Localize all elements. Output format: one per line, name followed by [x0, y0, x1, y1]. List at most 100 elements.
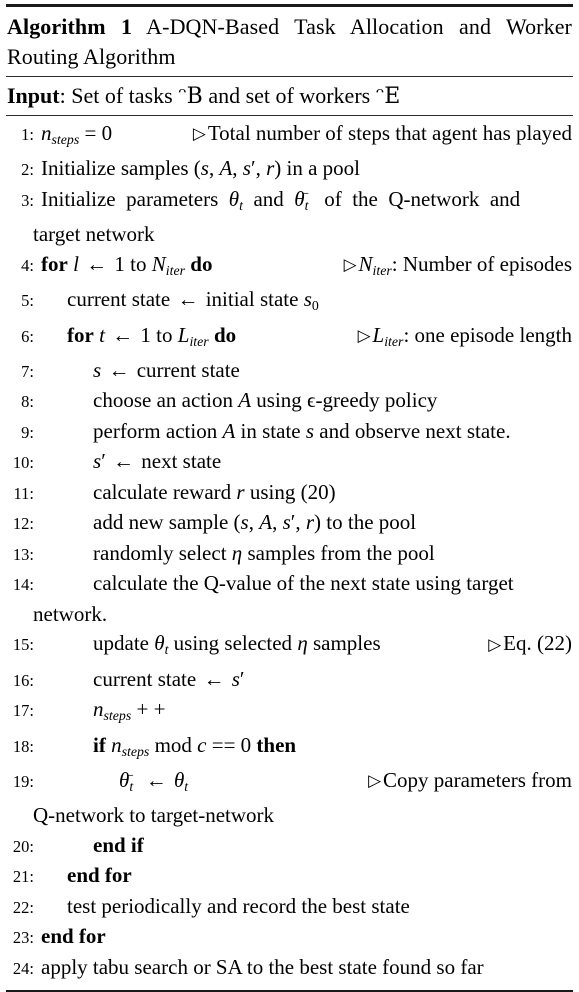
algorithm-line: 3: Initialize parameters θt and θt ⁻ of t… [7, 185, 572, 220]
line-content: add new sample (s, A, s′, r) to the pool [41, 508, 572, 538]
algorithm-title: Algorithm 1 A-DQN-Based Task Allocation … [6, 7, 573, 76]
line-content: calculate the Q-value of the next state … [41, 569, 572, 599]
algorithm-input-line: Input: Set of tasks ᵔB and set of worker… [6, 77, 573, 115]
line-number: 5: [21, 291, 34, 311]
line-number: 8: [21, 392, 34, 412]
algorithm-line: 15: update θt using selected η samples ▷… [7, 629, 572, 664]
line-comment: ▷Total number of steps that agent has pl… [192, 121, 572, 145]
line-number: 9: [21, 422, 34, 442]
line-statement: s′ ← next state [93, 449, 222, 474]
line-content: current state ← initial state s0 [41, 285, 572, 320]
line-number: 4: [21, 255, 34, 275]
line-statement: Initialize samples (s, A, s′, r) in a po… [41, 156, 360, 181]
line-content: if nsteps mod c == 0 then [41, 731, 572, 766]
line-content: current state ← s′ [41, 665, 572, 695]
algorithm-line: 14: calculate the Q-value of the next st… [7, 569, 572, 600]
line-number: 23: [12, 928, 34, 948]
line-number: 10: [12, 453, 34, 473]
line-content: for t ← 1 to Liter do ▷Liter: one episod… [41, 321, 572, 356]
line-number: 17: [12, 701, 34, 721]
line-comment: ▷Eq. (22) [488, 631, 572, 656]
line-statement: add new sample (s, A, s′, r) to the pool [93, 510, 417, 535]
line-statement: current state ← initial state s0 [67, 287, 319, 313]
line-content: perform action A in state s and observe … [41, 417, 572, 447]
input-text: : Set of tasks ᵔB and set of workers ᵔE [59, 83, 401, 109]
line-number: 12: [12, 514, 34, 534]
algorithm-line: 23: end for [7, 922, 572, 953]
line-comment: ▷Copy parameters from [368, 768, 572, 792]
line-number: 15: [12, 635, 34, 655]
workers-symbol: ᵔE [375, 84, 401, 109]
line-statement: perform action A in state s and observe … [93, 418, 511, 443]
line-content: end if [41, 831, 572, 861]
line-number: 19: [12, 772, 34, 791]
line-statement: end for [67, 863, 132, 888]
line-statement: calculate reward r using (20) [93, 479, 336, 504]
line-content: apply tabu search or SA to the best stat… [41, 953, 572, 983]
input-label: Input [7, 83, 60, 108]
line-statement: randomly select η samples from the pool [93, 540, 435, 565]
line-content: nsteps + + [41, 695, 572, 730]
line-statement: current state ← s′ [93, 666, 245, 691]
line-statement: if nsteps mod c == 0 then [93, 732, 297, 759]
algorithm-line: 11: calculate reward r using (20) [7, 478, 572, 509]
line-statement: nsteps = 0 [41, 121, 113, 147]
algorithm-line: 5: current state ← initial state s0 [7, 285, 572, 320]
line-number: 2: [21, 160, 34, 180]
line-statement: s ← current state [93, 357, 240, 382]
algorithm-line-continuation: network. [33, 601, 108, 626]
algorithm-line: 19: θt ⁻ ← θt ▷Copy parameters from [7, 766, 572, 801]
line-content: calculate reward r using (20) [41, 478, 572, 508]
line-statement: update θt using selected η samples [93, 631, 381, 658]
algorithm-line: 12: add new sample (s, A, s′, r) to the … [7, 508, 572, 539]
algorithm-line: 4: for l ← 1 to Niter do ▷Niter: Number … [7, 250, 572, 285]
line-statement: calculate the Q-value of the next state … [93, 571, 514, 596]
algorithm-line: 6: for t ← 1 to Liter do ▷Liter: one epi… [7, 321, 572, 356]
line-statement: nsteps + + [93, 697, 166, 724]
line-number: 16: [12, 670, 34, 690]
algorithm-line: 22: test periodically and record the bes… [7, 892, 572, 923]
line-number: 13: [12, 544, 34, 564]
algorithm-block: Algorithm 1 A-DQN-Based Task Allocation … [0, 4, 579, 992]
algorithm-label: Algorithm 1 [7, 14, 133, 39]
line-number: 20: [12, 836, 34, 856]
line-content: Initialize parameters θt and θt ⁻ of the … [41, 185, 572, 220]
line-statement: end for [41, 924, 106, 949]
algorithm-line-continuation: target network [33, 222, 155, 247]
line-number: 6: [21, 326, 34, 346]
line-statement: apply tabu search or SA to the best stat… [41, 954, 484, 979]
algorithm-line: 10: s′ ← next state [7, 447, 572, 478]
line-content: end for [41, 861, 572, 891]
line-number: 11: [13, 483, 34, 503]
algorithm-line: 21: end for [7, 861, 572, 892]
algorithm-line: 2: Initialize samples (s, A, s′, r) in a… [7, 154, 572, 185]
algorithm-line: 24: apply tabu search or SA to the best … [7, 953, 572, 984]
algorithm-lines: 1: nsteps = 0 ▷Total number of steps tha… [6, 116, 573, 987]
line-statement: test periodically and record the best st… [67, 893, 410, 918]
line-content: s′ ← next state [41, 447, 572, 477]
line-statement: for t ← 1 to Liter do [67, 322, 237, 349]
algorithm-line: 17: nsteps + + [7, 695, 572, 730]
line-content: nsteps = 0 ▷Total number of steps that a… [41, 119, 572, 154]
line-comment: ▷Niter: Number of episodes [343, 251, 572, 278]
line-statement: θt ⁻ ← θt [119, 768, 189, 794]
line-content: test periodically and record the best st… [41, 892, 572, 922]
algorithm-line: 20: end if [7, 831, 572, 862]
algorithm-line: 8: choose an action A using ϵ-greedy pol… [7, 386, 572, 417]
line-number: 1: [21, 125, 34, 144]
algorithm-line: 18: if nsteps mod c == 0 then [7, 731, 572, 766]
line-number: 3: [21, 190, 34, 210]
line-content: θt ⁻ ← θt ▷Copy parameters from [41, 766, 572, 801]
tasks-symbol: ᵔB [178, 84, 203, 109]
algorithm-line: 16: current state ← s′ [7, 665, 572, 696]
line-number: 24: [12, 958, 34, 978]
line-content: Initialize samples (s, A, s′, r) in a po… [41, 154, 572, 184]
line-content: for l ← 1 to Niter do ▷Niter: Number of … [41, 250, 572, 285]
line-content: s ← current state [41, 356, 572, 386]
line-content: randomly select η samples from the pool [41, 539, 572, 569]
line-statement: for l ← 1 to Niter do [41, 251, 213, 278]
line-number: 21: [12, 867, 34, 887]
line-content: end for [41, 922, 572, 952]
line-statement: end if [93, 832, 144, 857]
line-number: 7: [21, 361, 34, 381]
